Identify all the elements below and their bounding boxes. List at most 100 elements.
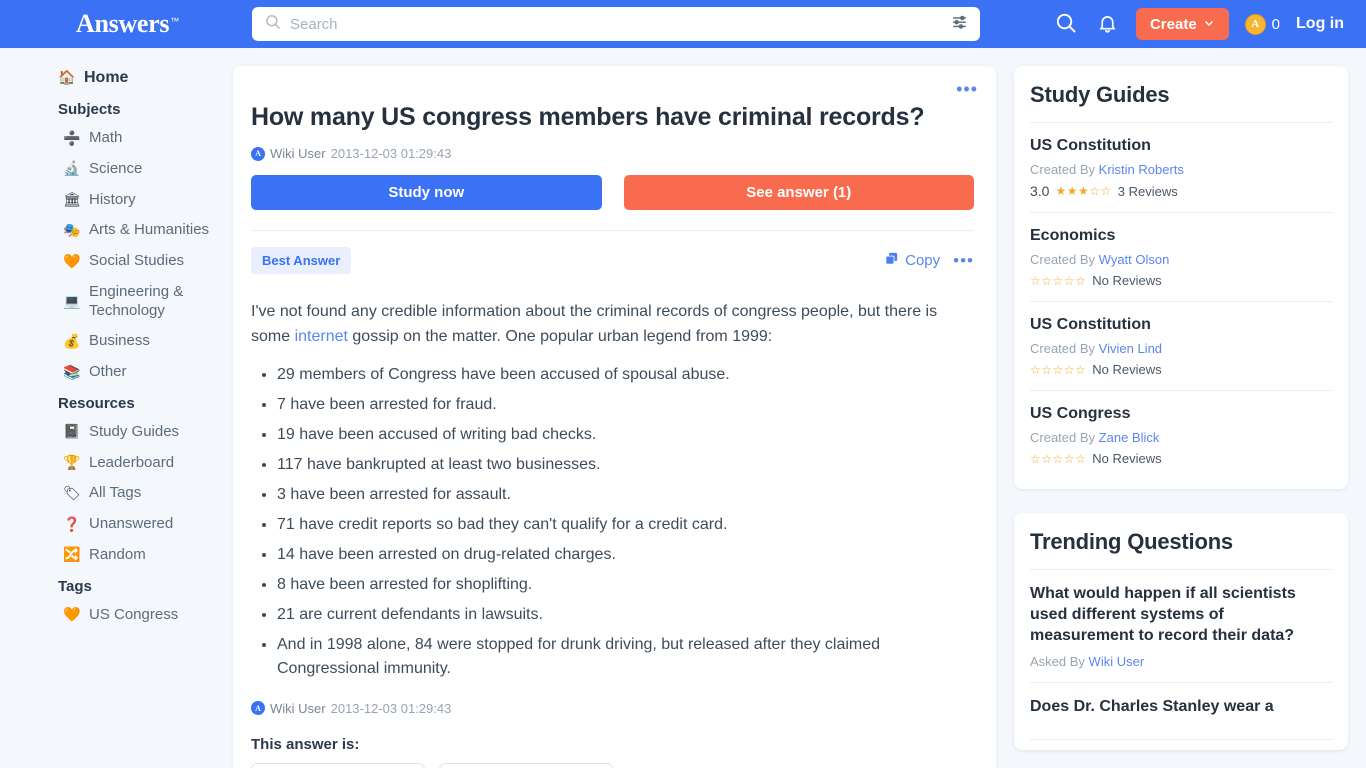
search-icon: [1054, 11, 1077, 37]
left-sidebar: 🏠 Home Subjects ➗ Math 🔬 Science 🏛 Histo…: [0, 48, 233, 630]
sidebar-item-social-studies[interactable]: 🧡 Social Studies: [0, 246, 233, 277]
sidebar-item-history[interactable]: 🏛 History: [0, 185, 233, 216]
sidebar-heading-subjects: Subjects: [58, 101, 121, 118]
created-by-label: Created By: [1030, 430, 1096, 445]
login-link[interactable]: Log in: [1296, 15, 1344, 33]
trending-question-text: What would happen if all scientists used…: [1030, 585, 1296, 644]
copy-icon: [884, 251, 899, 270]
review-count: No Reviews: [1092, 362, 1162, 377]
study-guide-author[interactable]: Kristin Roberts: [1099, 162, 1184, 177]
brand-logo[interactable]: Answers ™: [18, 11, 214, 37]
star-rating-icon: ☆☆☆☆☆: [1030, 273, 1087, 288]
money-bag-icon: 💰: [63, 332, 81, 349]
study-guide-author[interactable]: Zane Blick: [1099, 430, 1160, 445]
sidebar-item-label: History: [89, 190, 136, 208]
sidebar-item-science[interactable]: 🔬 Science: [0, 154, 233, 185]
sidebar-item-label: Business: [89, 332, 150, 350]
study-guide-name: US Constitution: [1030, 316, 1151, 333]
list-item: 117 have bankrupted at least two busines…: [277, 453, 974, 477]
star-rating-icon: ☆☆☆☆☆: [1030, 451, 1087, 466]
sidebar-item-label: Leaderboard: [89, 453, 175, 471]
rating-row: 3.0 ★★★☆☆ 3 Reviews: [1030, 183, 1332, 199]
study-guide-item[interactable]: Economics Created By Wyatt Olson ☆☆☆☆☆ N…: [1030, 213, 1332, 302]
coin-balance[interactable]: A 0: [1244, 13, 1281, 35]
avatar: A: [251, 146, 265, 161]
helpful-button[interactable]: 👍 Helpful (0): [251, 762, 425, 768]
sidebar-item-random[interactable]: 🔀 Random: [0, 540, 233, 571]
rating-value: 3.0: [1030, 183, 1050, 199]
trending-question-author[interactable]: Wiki User: [1089, 654, 1145, 669]
question-menu-button[interactable]: •••: [956, 80, 978, 98]
divider: [251, 230, 974, 232]
list-item: 29 members of Congress have been accused…: [277, 363, 974, 387]
study-guide-item[interactable]: US Constitution Created By Kristin Rober…: [1030, 123, 1332, 213]
laptop-icon: 💻: [63, 292, 81, 309]
list-item: And in 1998 alone, 84 were stopped for d…: [277, 633, 974, 681]
study-guide-byline: Created By Vivien Lind: [1030, 341, 1332, 356]
create-label: Create: [1149, 15, 1197, 33]
sidebar-item-label: Math: [89, 129, 123, 146]
sidebar-item-all-tags[interactable]: 🏷 All Tags: [0, 478, 233, 509]
sidebar-item-home[interactable]: 🏠 Home: [0, 62, 233, 94]
search-input[interactable]: [290, 15, 951, 33]
study-guide-name: US Congress: [1030, 405, 1131, 422]
study-now-button[interactable]: Study now: [251, 175, 602, 211]
answer-header: Best Answer Copy •••: [251, 247, 974, 275]
sidebar-item-label: Random: [89, 545, 146, 563]
sidebar-item-other[interactable]: 📚 Other: [0, 357, 233, 388]
sidebar-item-us-congress[interactable]: 🧡 US Congress: [0, 600, 233, 631]
answer-menu-button[interactable]: •••: [953, 252, 974, 269]
study-guide-item[interactable]: US Congress Created By Zane Blick ☆☆☆☆☆ …: [1030, 391, 1332, 479]
filter-icon[interactable]: [951, 13, 968, 35]
sidebar-item-label: Science: [89, 159, 143, 177]
study-guide-name: US Constitution: [1030, 137, 1151, 154]
sidebar-item-study-guides[interactable]: 📓 Study Guides: [0, 417, 233, 448]
not-helpful-button[interactable]: 👎 Not Helpful (1): [439, 762, 613, 768]
search-button[interactable]: [1052, 9, 1079, 39]
sidebar-item-math[interactable]: ➗ Math: [0, 123, 233, 154]
header-actions: Create A 0 Log in: [980, 8, 1348, 40]
sidebar-item-leaderboard[interactable]: 🏆 Leaderboard: [0, 448, 233, 479]
sidebar-item-unanswered[interactable]: ❓ Unanswered: [0, 509, 233, 540]
orange-heart-icon: 🧡: [63, 252, 81, 269]
created-by-label: Created By: [1030, 341, 1096, 356]
question-author[interactable]: Wiki User: [270, 146, 326, 161]
trending-question-item[interactable]: What would happen if all scientists used…: [1030, 570, 1332, 684]
sidebar-item-label: Home: [84, 69, 129, 86]
study-guide-author[interactable]: Vivien Lind: [1099, 341, 1162, 356]
study-guide-byline: Created By Wyatt Olson: [1030, 252, 1332, 267]
list-item: 14 have been arrested on drug-related ch…: [277, 543, 974, 567]
see-answer-button[interactable]: See answer (1): [623, 175, 974, 211]
home-icon: 🏠: [58, 69, 76, 86]
trending-question-item[interactable]: Does Dr. Charles Stanley wear a: [1030, 683, 1332, 741]
list-item: 8 have been arrested for shoplifting.: [277, 573, 974, 597]
sidebar-item-business[interactable]: 💰 Business: [0, 326, 233, 357]
sidebar-item-label: Arts & Humanities: [89, 221, 210, 239]
search-bar[interactable]: [252, 7, 980, 41]
copy-button[interactable]: Copy: [884, 251, 940, 270]
answer-intro-paragraph: I've not found any credible information …: [251, 300, 974, 349]
notifications-button[interactable]: [1095, 10, 1120, 39]
list-item: 19 have been accused of writing bad chec…: [277, 423, 974, 447]
microscope-icon: 🔬: [63, 160, 81, 177]
divide-icon: ➗: [63, 129, 81, 146]
answer-author[interactable]: Wiki User: [270, 701, 326, 716]
answer-bullet-list: 29 members of Congress have been accused…: [277, 363, 974, 681]
sidebar-item-arts-humanities[interactable]: 🎭 Arts & Humanities: [0, 215, 233, 246]
list-item: 21 are current defendants in lawsuits.: [277, 603, 974, 627]
internet-link[interactable]: internet: [295, 328, 348, 345]
search-icon: [264, 13, 281, 35]
study-guide-item[interactable]: US Constitution Created By Vivien Lind ☆…: [1030, 302, 1332, 391]
main-content: ••• How many US congress members have cr…: [233, 48, 1014, 768]
study-guide-author[interactable]: Wyatt Olson: [1099, 252, 1170, 267]
study-guides-panel: Study Guides US Constitution Created By …: [1014, 66, 1348, 489]
list-item: 7 have been arrested for fraud.: [277, 393, 974, 417]
orange-heart-icon: 🧡: [63, 606, 81, 623]
coin-count: 0: [1271, 15, 1281, 33]
sidebar-item-engineering-technology[interactable]: 💻 Engineering & Technology: [0, 277, 233, 327]
trending-questions-panel: Trending Questions What would happen if …: [1014, 513, 1348, 751]
study-guide-byline: Created By Zane Blick: [1030, 430, 1332, 445]
answer-tools: Copy •••: [884, 251, 974, 270]
create-button[interactable]: Create: [1135, 8, 1229, 40]
question-byline: A Wiki User 2013-12-03 01:29:43: [251, 146, 974, 161]
